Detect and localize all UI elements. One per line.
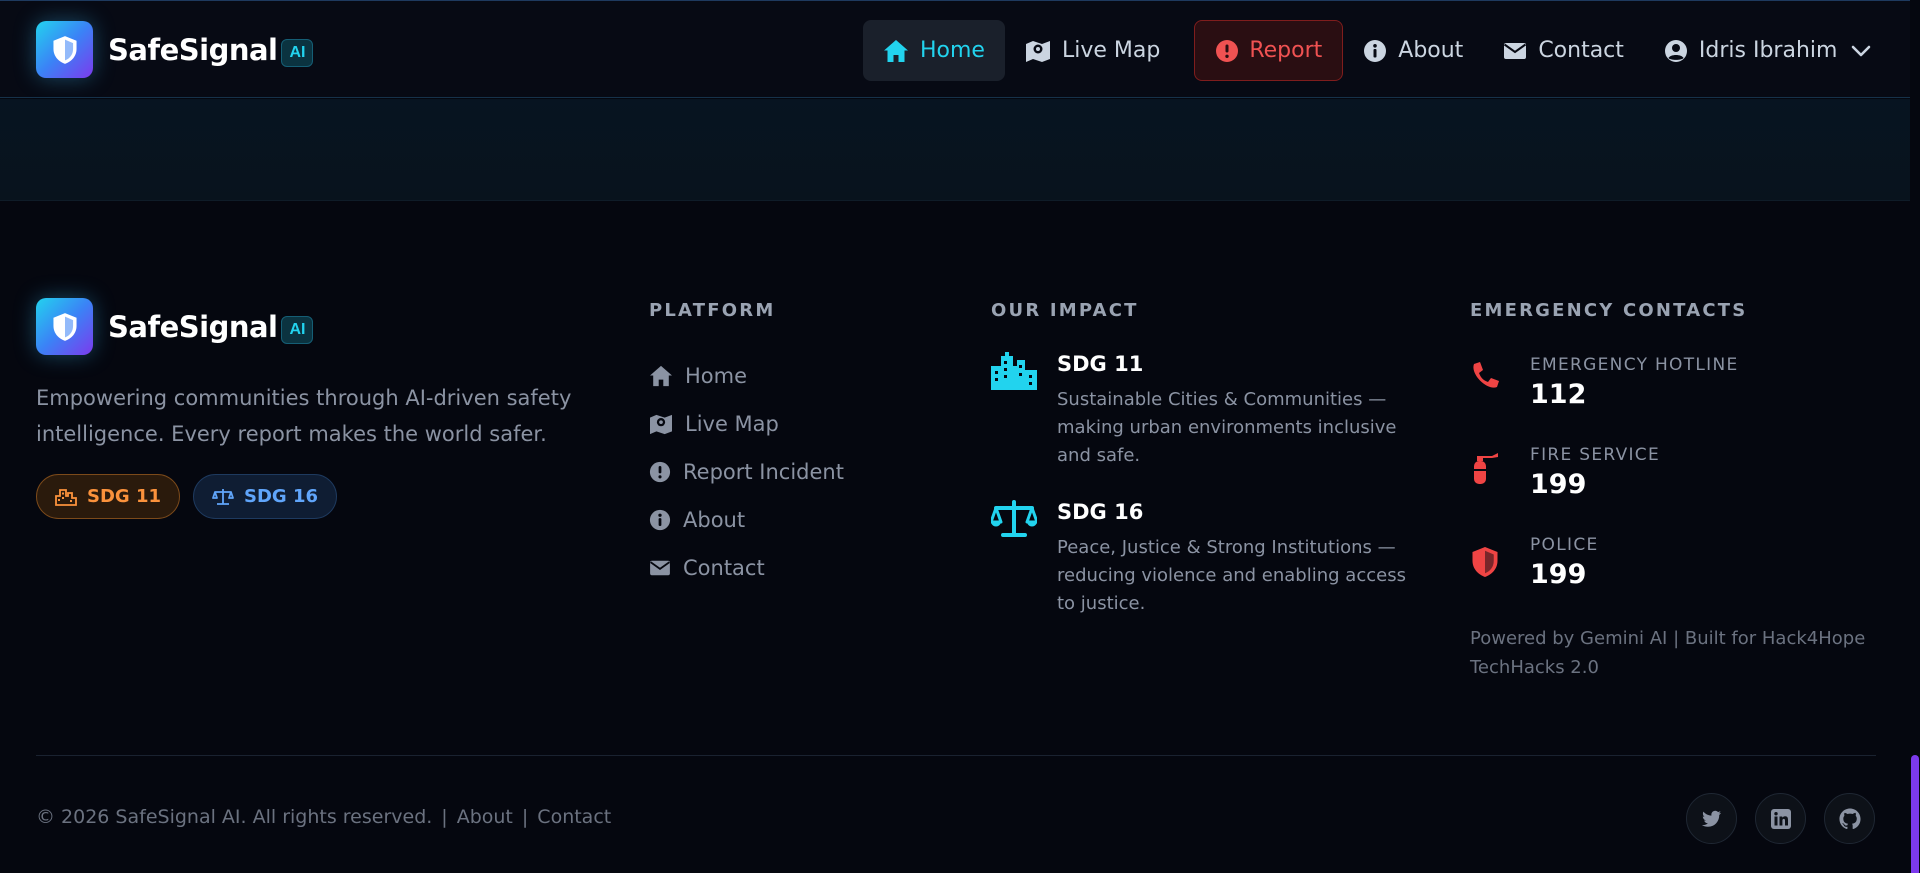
social-links: [1686, 793, 1893, 844]
footer-brand-name: SafeSignal: [108, 309, 278, 344]
emergency-number[interactable]: 199: [1530, 469, 1586, 500]
footer-brand[interactable]: SafeSignal AI: [36, 298, 314, 355]
twitter-icon: [1701, 810, 1721, 827]
phone-icon: [1473, 362, 1499, 388]
impact-description: Peace, Justice & Strong Institutions — r…: [1057, 537, 1406, 614]
powered-by-text: Powered by Gemini AI | Built for Hack4Ho…: [1470, 628, 1866, 678]
footer-link-home[interactable]: Home: [649, 352, 844, 400]
footer-description: Empowering communities through AI-driven…: [36, 386, 572, 446]
shield-logo-icon: [36, 298, 93, 355]
chevron-down-icon: [1852, 45, 1871, 56]
copyright-text: © 2026 SafeSignal AI. All rights reserve…: [36, 806, 433, 828]
bottom-link-contact[interactable]: Contact: [537, 806, 611, 828]
sdg-16-pill-label: SDG 16: [244, 486, 318, 507]
hero-strip: [0, 99, 1910, 201]
home-icon: [884, 39, 908, 62]
site-footer: SafeSignal AI Empowering communities thr…: [0, 202, 1910, 873]
nav-report-label: Report: [1249, 38, 1323, 63]
info-circle-icon: [649, 509, 671, 531]
emergency-number[interactable]: 199: [1530, 559, 1586, 590]
footer-link-label: Home: [685, 364, 748, 388]
exclamation-circle-icon: [1216, 39, 1239, 62]
scrollbar-thumb[interactable]: [1911, 755, 1919, 873]
main-nav: Home Live Map Report About Contact Idris…: [863, 20, 1891, 81]
github-icon: [1838, 807, 1861, 829]
platform-heading: PLATFORM: [649, 300, 776, 321]
user-menu[interactable]: Idris Ibrahim: [1644, 20, 1892, 81]
sdg-11-pill: SDG 11: [36, 474, 180, 519]
scale-balance-icon: [212, 488, 234, 505]
platform-links: Home Live Map Report Incident About Cont…: [649, 352, 844, 592]
footer-divider: [36, 755, 1876, 756]
nav-about[interactable]: About: [1343, 20, 1483, 81]
twitter-link[interactable]: [1686, 793, 1737, 844]
home-icon: [650, 365, 672, 387]
footer-link-about[interactable]: About: [649, 496, 844, 544]
shield-icon: [1472, 547, 1498, 577]
sdg-11-pill-label: SDG 11: [87, 486, 161, 507]
emergency-label: FIRE SERVICE: [1530, 445, 1661, 465]
ai-badge: AI: [281, 38, 314, 67]
nav-contact-label: Contact: [1538, 38, 1624, 63]
footer-link-label: About: [683, 508, 746, 532]
exclamation-circle-icon: [649, 461, 671, 483]
emergency-label: POLICE: [1530, 535, 1599, 555]
map-marker-icon: [1025, 40, 1050, 62]
nav-contact[interactable]: Contact: [1483, 20, 1644, 81]
bottom-link-about[interactable]: About: [457, 806, 513, 828]
user-name: Idris Ibrahim: [1698, 38, 1838, 63]
info-circle-icon: [1364, 39, 1387, 62]
scrollbar-track[interactable]: [1910, 0, 1920, 873]
linkedin-icon: [1770, 808, 1791, 829]
copyright-bar: © 2026 SafeSignal AI. All rights reserve…: [36, 806, 611, 828]
footer-link-contact[interactable]: Contact: [649, 544, 844, 592]
nav-home-label: Home: [920, 38, 985, 63]
sdg-pills: SDG 11 SDG 16: [36, 474, 350, 519]
footer-link-live-map[interactable]: Live Map: [649, 400, 844, 448]
brand-name: SafeSignal: [108, 32, 278, 67]
city-icon: [991, 352, 1037, 390]
envelope-icon: [650, 560, 670, 576]
separator: |: [441, 806, 448, 828]
separator: |: [521, 806, 529, 828]
footer-ai-badge: AI: [281, 315, 314, 344]
impact-description: Sustainable Cities & Communities — makin…: [1057, 389, 1397, 466]
shield-logo-icon: [36, 21, 93, 78]
top-navbar: SafeSignal AI Home Live Map Report About: [0, 0, 1910, 98]
footer-link-report-incident[interactable]: Report Incident: [649, 448, 844, 496]
nav-home[interactable]: Home: [863, 20, 1005, 81]
impact-title: SDG 11: [1057, 352, 1144, 376]
github-link[interactable]: [1824, 793, 1875, 844]
footer-link-label: Contact: [683, 556, 765, 580]
fire-extinguisher-icon: [1474, 453, 1498, 484]
emergency-heading: EMERGENCY CONTACTS: [1470, 300, 1748, 321]
footer-link-label: Live Map: [685, 412, 779, 436]
footer-link-label: Report Incident: [683, 460, 844, 484]
impact-title: SDG 16: [1057, 500, 1144, 524]
nav-report-button[interactable]: Report: [1194, 20, 1344, 81]
emergency-label: EMERGENCY HOTLINE: [1530, 355, 1739, 375]
impact-heading: OUR IMPACT: [991, 300, 1139, 321]
city-icon: [55, 488, 77, 506]
scale-balance-icon: [991, 500, 1037, 537]
header-brand[interactable]: SafeSignal AI: [36, 21, 314, 78]
sdg-16-pill: SDG 16: [193, 474, 337, 519]
emergency-number[interactable]: 112: [1530, 379, 1586, 410]
nav-live-map[interactable]: Live Map: [1005, 20, 1180, 81]
map-marker-icon: [650, 414, 672, 435]
linkedin-link[interactable]: [1755, 793, 1806, 844]
page: SafeSignal AI Home Live Map Report About: [0, 0, 1920, 873]
nav-live-map-label: Live Map: [1061, 38, 1161, 63]
user-circle-icon: [1664, 39, 1687, 62]
envelope-icon: [1504, 42, 1527, 59]
nav-about-label: About: [1398, 38, 1464, 63]
